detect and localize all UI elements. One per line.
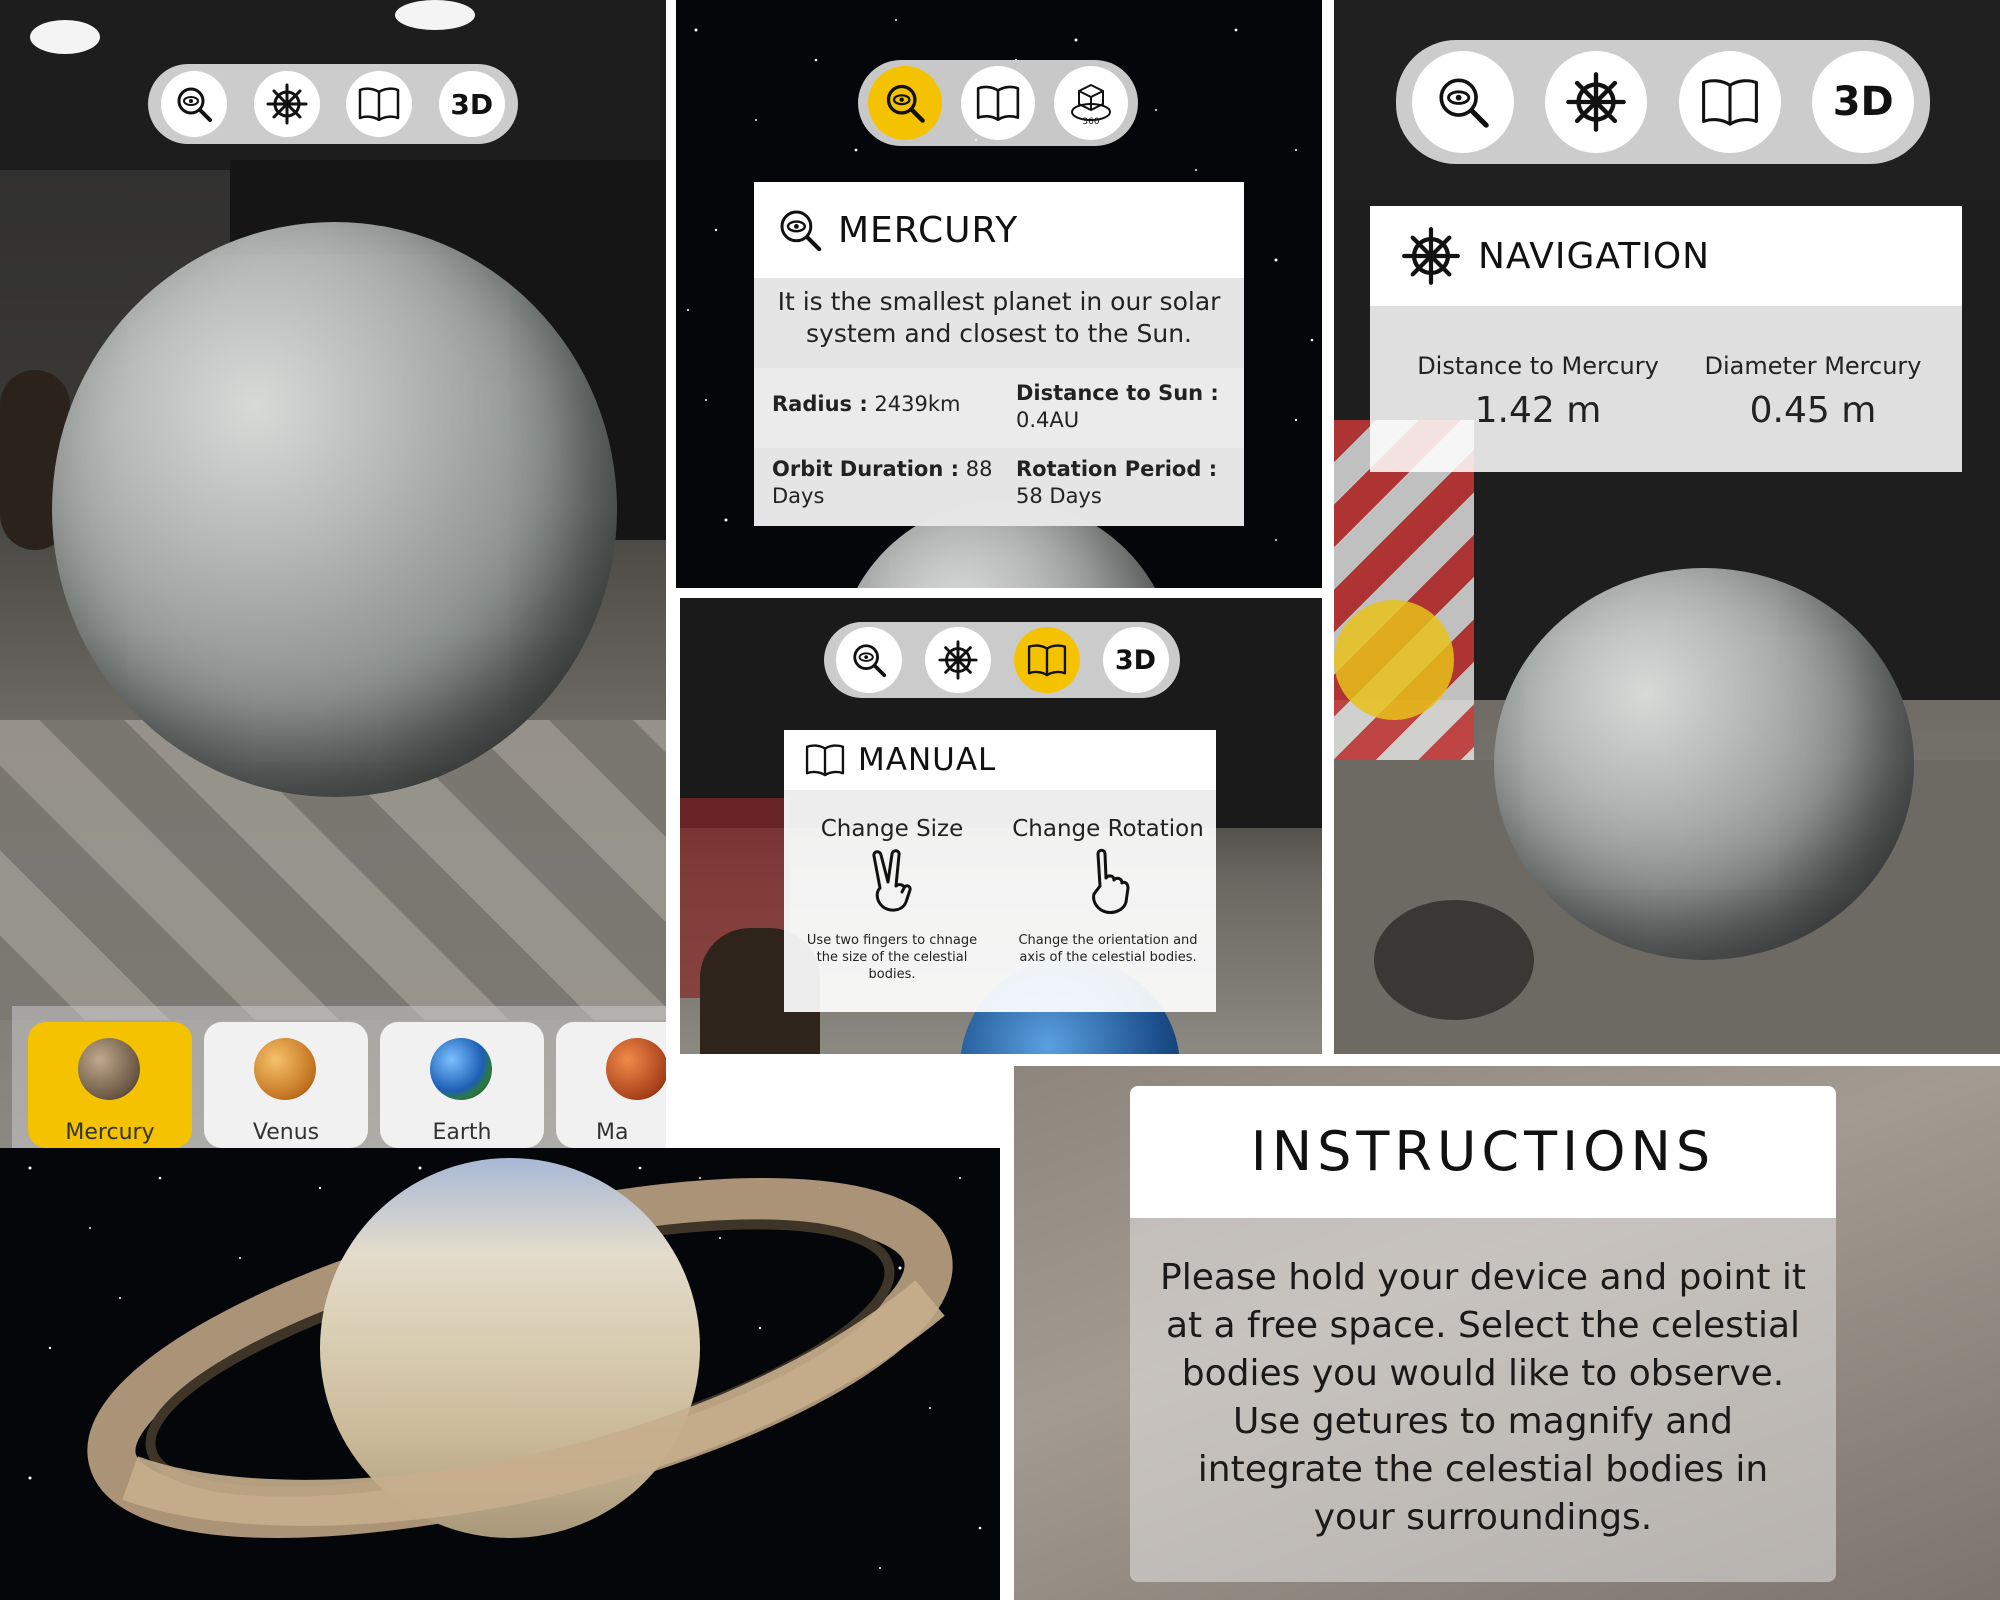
card-title: NAVIGATION	[1478, 235, 1711, 277]
mercury-icon	[78, 1038, 140, 1100]
open-book-icon	[976, 85, 1020, 122]
ship-wheel-icon	[1402, 227, 1460, 285]
card-header: NAVIGATION	[1370, 206, 1962, 306]
stat-label: Rotation Period :	[1016, 457, 1218, 481]
open-book-icon	[1701, 79, 1758, 126]
instructions-title: INSTRUCTIONS	[1130, 1086, 1836, 1218]
ship-wheel-icon	[1566, 72, 1627, 132]
gesture-title: Change Rotation	[1012, 816, 1204, 842]
eye-magnifier-icon	[780, 210, 822, 252]
planet-tab-mercury[interactable]: Mercury	[28, 1022, 192, 1148]
explore-button[interactable]	[1411, 51, 1514, 153]
stat-distance: Distance to Sun : 0.4AU	[1016, 380, 1236, 434]
venus-icon	[254, 1038, 316, 1100]
saturn-planet-model[interactable]	[0, 1148, 1000, 1600]
one-finger-gesture-icon	[1092, 848, 1130, 914]
manual-card: MANUAL Change Size Use two fingers to ch…	[784, 730, 1216, 1012]
gesture-desc: Change the orientation and axis of the c…	[1018, 933, 1198, 965]
navigation-button[interactable]	[924, 627, 991, 693]
card-header: MERCURY	[754, 182, 1244, 278]
stat-value: 2439km	[874, 392, 961, 416]
card-header: MANUAL	[784, 730, 1216, 790]
manual-button[interactable]	[346, 71, 413, 137]
explore-button[interactable]	[161, 71, 228, 137]
gesture-title: Change Size	[820, 816, 964, 842]
stat-radius: Radius : 2439km	[772, 392, 992, 416]
planet-tab-venus[interactable]: Venus	[204, 1022, 368, 1148]
eye-magnifier-icon	[886, 84, 925, 123]
navigation-card: NAVIGATION Distance to Mercury 1.42 m Di…	[1370, 206, 1962, 472]
toolbar: 3D	[824, 622, 1180, 698]
toolbar: 3D	[148, 64, 518, 144]
view-3d-button[interactable]: 3D	[438, 71, 505, 137]
saturn-view	[0, 1148, 1000, 1600]
planet-stats: Radius : 2439km Distance to Sun : 0.4AU …	[754, 368, 1244, 526]
svg-text:360: 360	[1083, 117, 1100, 126]
ship-wheel-icon	[937, 640, 978, 680]
stat-label: Distance to Sun :	[1016, 381, 1219, 405]
nav-label: Diameter Mercury	[1704, 352, 1922, 380]
card-title: MERCURY	[838, 209, 1019, 251]
instructions-card: INSTRUCTIONS Please hold your device and…	[1130, 1086, 1836, 1582]
stat-rotation: Rotation Period : 58 Days	[1016, 456, 1241, 510]
mercury-planet-model[interactable]	[1494, 568, 1914, 960]
nav-value: 0.45 m	[1749, 390, 1877, 431]
planet-tab-label: Earth	[432, 1120, 492, 1145]
mars-icon	[606, 1038, 666, 1100]
planet-description: It is the smallest planet in our solar s…	[754, 278, 1244, 368]
planet-selector: Mercury Venus Earth Ma	[12, 1006, 666, 1148]
card-title: MANUAL	[858, 742, 997, 778]
eye-magnifier-icon	[1439, 78, 1489, 128]
nav-distance: Distance to Mercury 1.42 m	[1370, 352, 1706, 431]
nav-diameter: Diameter Mercury 0.45 m	[1678, 352, 1948, 431]
planet-tab-earth[interactable]: Earth	[380, 1022, 544, 1148]
instructions-view: INSTRUCTIONS Please hold your device and…	[1014, 1066, 2000, 1600]
view-3d-button[interactable]: 3D	[1812, 51, 1915, 153]
mercury-planet-model[interactable]	[52, 222, 617, 797]
toolbar: 360	[858, 60, 1138, 146]
stat-orbit: Orbit Duration : 88 Days	[772, 456, 1002, 510]
info-view: 360 MERCURY It is the smallest planet in…	[676, 0, 1322, 588]
planet-tab-label: Ma	[596, 1120, 629, 1145]
stat-label: Orbit Duration :	[772, 457, 960, 481]
planet-tab-label: Venus	[252, 1120, 320, 1145]
planet-tab-mars[interactable]: Ma	[556, 1022, 666, 1148]
open-book-icon	[359, 87, 400, 122]
stat-value: 0.4AU	[1016, 408, 1080, 432]
cube-360-icon: 360	[1071, 83, 1112, 126]
manual-button[interactable]	[960, 66, 1035, 140]
view-3d-button[interactable]: 3D	[1102, 627, 1169, 693]
open-book-icon	[1027, 644, 1066, 677]
mercury-info-card: MERCURY It is the smallest planet in our…	[754, 182, 1244, 526]
manual-button[interactable]	[1013, 627, 1080, 693]
manual-view: 3D MANUAL Change Size Use two fingers to…	[680, 598, 1322, 1054]
stat-label: Radius :	[772, 392, 868, 416]
eye-magnifier-icon	[177, 87, 213, 122]
gesture-rotation: Change Rotation Change the orientation a…	[1000, 790, 1216, 1012]
explore-button[interactable]	[835, 627, 902, 693]
instructions-body: Please hold your device and point it at …	[1159, 1257, 1807, 1538]
nav-label: Distance to Mercury	[1417, 352, 1659, 380]
navigation-button[interactable]	[1545, 51, 1648, 153]
gesture-desc: Use two fingers to chnage the size of th…	[806, 933, 978, 982]
nav-value: 1.42 m	[1474, 390, 1602, 431]
ar-view-mercury: 3D Mercury Venus Earth Ma	[0, 0, 666, 1148]
toolbar: 3D	[1396, 40, 1930, 164]
stat-value: 58 Days	[1016, 484, 1102, 508]
view-360-button[interactable]: 360	[1054, 66, 1129, 140]
manual-button[interactable]	[1678, 51, 1781, 153]
navigation-button[interactable]	[253, 71, 320, 137]
eye-magnifier-icon	[852, 644, 886, 678]
gesture-size: Change Size Use two fingers to chnage th…	[784, 790, 1000, 1012]
explore-button[interactable]	[867, 66, 942, 140]
two-finger-gesture-icon	[872, 849, 912, 912]
planet-tab-label: Mercury	[65, 1120, 155, 1145]
earth-icon	[430, 1038, 492, 1100]
ship-wheel-icon	[266, 83, 308, 125]
open-book-icon	[805, 744, 845, 777]
navigation-view: 3D NAVIGATION Distance to Mercury 1.42 m…	[1334, 0, 2000, 1054]
